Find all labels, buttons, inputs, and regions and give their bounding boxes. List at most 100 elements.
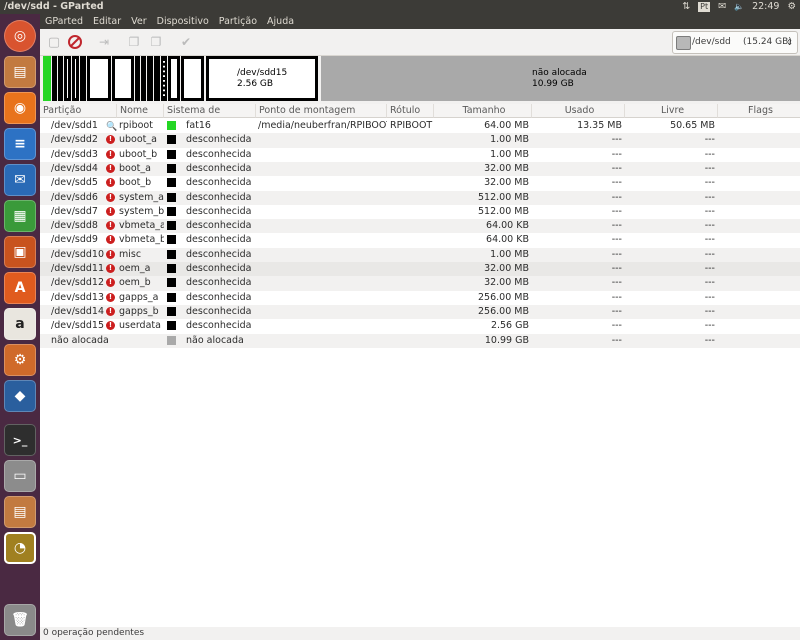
status-bar: 0 operação pendentes	[40, 627, 800, 640]
trash-icon[interactable]: 🗑	[4, 604, 36, 636]
table-row[interactable]: /dev/sdd10 misc desconhecida 1.00 MB --- ---!	[40, 247, 800, 262]
apply-icon[interactable]: ✔	[178, 34, 194, 50]
table-row[interactable]: /dev/sdd6 system_a desconhecida 512.00 MB --…	[40, 190, 800, 205]
header-rotulo[interactable]: Rótulo	[387, 104, 434, 118]
table-row[interactable]: /dev/sdd7 system_b desconhecida 512.00 MB --…	[40, 204, 800, 220]
warning-icon: !	[106, 264, 115, 273]
map-segment-sdd7[interactable]	[87, 56, 111, 101]
cell-free: ---	[704, 277, 715, 289]
map-segment-sdd3[interactable]	[58, 56, 63, 101]
mail-icon[interactable]: ✉	[718, 0, 726, 14]
map-segment-sdd12[interactable]	[154, 56, 160, 101]
map-segment-sdd4[interactable]	[64, 56, 71, 101]
filesystem-color-swatch	[167, 235, 176, 245]
copy-icon[interactable]: ❐	[126, 34, 142, 50]
power-icon[interactable]: ⚙	[787, 0, 796, 14]
map-segment-sdd10[interactable]	[141, 56, 146, 101]
table-row[interactable]: /dev/sdd9 vbmeta_b desconhecida 64.00 KB ---…	[40, 233, 800, 248]
table-row[interactable]: /dev/sdd4 boot_a desconhecida 32.00 MB --- --…	[40, 161, 800, 177]
header-flags[interactable]: Flags	[718, 104, 800, 118]
firefox-icon[interactable]: ◉	[4, 92, 36, 124]
cell-size: 512.00 MB	[478, 205, 529, 217]
terminal-icon[interactable]: >_	[4, 424, 36, 456]
header-nome[interactable]: Nome	[117, 104, 164, 118]
cell-label	[390, 319, 434, 333]
filesystem-color-swatch	[167, 121, 176, 130]
software-center-icon[interactable]: A	[4, 272, 36, 304]
settings-icon[interactable]: ⚙	[4, 344, 36, 376]
map-sdd15-size: 2.56 GB	[237, 79, 274, 89]
menu-ajuda[interactable]: Ajuda	[262, 14, 299, 29]
keyboard-layout-icon[interactable]: Pt	[698, 2, 711, 12]
table-row[interactable]: /dev/sdd5 boot_b desconhecida 32.00 MB --- --…	[40, 176, 800, 191]
table-row[interactable]: /dev/sdd1 rpiboot fat16/media/neuberfran/R…	[40, 119, 800, 134]
menu-ver[interactable]: Ver	[126, 14, 152, 29]
table-row[interactable]: /dev/sdd2 uboot_a desconhecida 1.00 MB --- --…	[40, 133, 800, 148]
calc-icon[interactable]: ▦	[4, 200, 36, 232]
files-icon[interactable]: ▤	[4, 56, 36, 88]
cell-used: ---	[611, 305, 622, 317]
map-segment-sdd11[interactable]	[147, 56, 153, 101]
device-selector[interactable]: /dev/sdd (15.24 GB) ⇕	[672, 31, 798, 54]
cell-size: 1.00 MB	[490, 148, 529, 160]
virtualbox-icon[interactable]: ◆	[4, 380, 36, 412]
menu-dispositivo[interactable]: Dispositivo	[152, 14, 214, 29]
menu-particao[interactable]: Partição	[214, 14, 262, 29]
map-segment-sdd9[interactable]	[135, 56, 140, 101]
map-segment-sdd14[interactable]	[168, 56, 180, 101]
header-sistema-arquivos[interactable]: Sistema de arquivos	[164, 104, 256, 130]
map-segment-sdd1[interactable]	[43, 56, 51, 101]
delete-partition-icon[interactable]	[67, 34, 83, 50]
clock[interactable]: 22:49	[752, 0, 779, 14]
ubuntu-dash-icon[interactable]: ◎	[4, 20, 36, 52]
cell-name: system_a	[119, 191, 164, 203]
network-icon[interactable]: ⇅	[682, 0, 690, 14]
new-partition-icon[interactable]: ▢	[46, 34, 62, 50]
amazon-icon[interactable]: a	[4, 308, 36, 340]
header-ponto-montagem[interactable]: Ponto de montagem	[256, 104, 387, 118]
table-row[interactable]: /dev/sdd13 gapps_a desconhecida 256.00 MB --…	[40, 290, 800, 305]
cell-flags	[718, 133, 798, 147]
gparted-icon[interactable]: ◔	[4, 532, 36, 564]
table-row[interactable]: /dev/sdd12 oem_b desconhecida 32.00 MB --- --…	[40, 276, 800, 291]
resize-move-icon[interactable]: ⇥	[96, 34, 112, 50]
cell-size: 10.99 GB	[484, 334, 529, 346]
volume-icon[interactable]: 🔈	[734, 0, 744, 14]
map-segment-sdd5[interactable]	[72, 56, 79, 101]
header-livre[interactable]: Livre	[625, 104, 718, 118]
map-segment-sdd14b[interactable]	[181, 56, 204, 101]
thunderbird-icon[interactable]: ✉	[4, 164, 36, 196]
header-particao[interactable]: Partição	[40, 104, 117, 118]
menu-gparted[interactable]: GParted	[40, 14, 88, 29]
header-tamanho[interactable]: Tamanho	[434, 104, 532, 118]
map-segment-sdd13[interactable]	[161, 56, 167, 101]
filesystem-color-swatch	[167, 149, 176, 159]
menu-editar[interactable]: Editar	[88, 14, 126, 29]
map-segment-sdd6[interactable]	[80, 56, 86, 101]
cell-fs: desconhecida	[186, 134, 252, 146]
scanner-icon[interactable]: ▭	[4, 460, 36, 492]
paste-icon[interactable]: ❐	[148, 34, 164, 50]
map-segment-unallocated[interactable]: não alocada 10.99 GB	[321, 56, 800, 101]
cell-fs: fat16	[186, 120, 211, 131]
table-row[interactable]: /dev/sdd8 vbmeta_a desconhecida 64.00 KB ---…	[40, 219, 800, 234]
table-row[interactable]: /dev/sdd11 oem_a desconhecida 32.00 MB --- --…	[40, 262, 800, 277]
map-segment-sdd2[interactable]	[52, 56, 57, 101]
impress-icon[interactable]: ▣	[4, 236, 36, 268]
cell-mount	[258, 334, 387, 348]
table-row[interactable]: /dev/sdd14 gapps_b desconhecida 256.00 MB --…	[40, 304, 800, 320]
map-segment-sdd8[interactable]	[112, 56, 134, 101]
cell-used: ---	[611, 320, 622, 332]
cell-used: ---	[611, 334, 622, 346]
cell-used: ---	[611, 220, 622, 232]
files-2-icon[interactable]: ▤	[4, 496, 36, 528]
header-usado[interactable]: Usado	[532, 104, 625, 118]
map-segment-sdd15[interactable]: /dev/sdd15 2.56 GB	[206, 56, 318, 101]
table-row[interactable]: não alocada não alocada 10.99 GB --- ---	[40, 333, 800, 348]
table-row[interactable]: /dev/sdd3 uboot_b desconhecida 1.00 MB --- --…	[40, 147, 800, 162]
writer-icon[interactable]: ≡	[4, 128, 36, 160]
cell-used: ---	[611, 234, 622, 246]
cell-used: ---	[611, 134, 622, 146]
cell-fs: desconhecida	[186, 162, 252, 174]
table-row[interactable]: /dev/sdd15 userdata desconhecida 2.56 GB ---…	[40, 319, 800, 334]
